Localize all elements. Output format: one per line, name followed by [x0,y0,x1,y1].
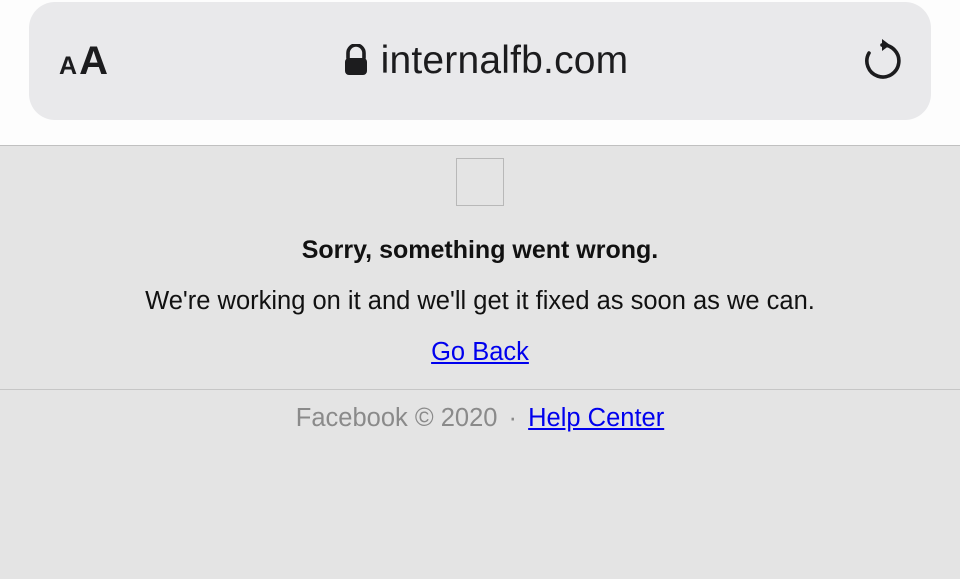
help-center-link[interactable]: Help Center [528,404,664,432]
address-bar[interactable]: AA internalfb.com [29,2,931,120]
error-heading: Sorry, something went wrong. [0,236,960,265]
reload-icon [863,39,901,83]
text-size-small-a-icon: A [59,52,77,81]
error-content: Sorry, something went wrong. We're worki… [0,146,960,390]
address-bar-center: internalfb.com [108,39,863,83]
go-back-link[interactable]: Go Back [431,338,529,367]
error-subheading: We're working on it and we'll get it fix… [0,287,960,316]
browser-chrome: AA internalfb.com [0,0,960,146]
separator-dot: · [509,404,518,432]
footer: Facebook © 2020 · Help Center [0,390,960,433]
text-size-large-a-icon: A [79,39,108,84]
url-domain: internalfb.com [381,39,629,83]
lock-icon [343,44,369,78]
text-size-button[interactable]: AA [59,39,108,84]
placeholder-image-icon [456,158,504,206]
reload-button[interactable] [863,39,901,83]
copyright-text: Facebook © 2020 [296,404,498,432]
